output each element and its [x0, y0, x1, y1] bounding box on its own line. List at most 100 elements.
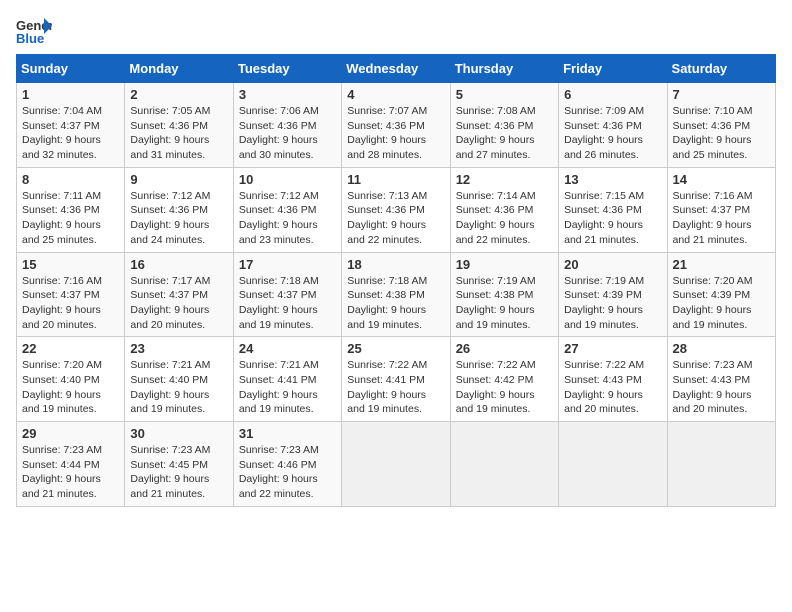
logo-icon: General Blue [16, 16, 52, 46]
day-info: Sunrise: 7:16 AM Sunset: 4:37 PM Dayligh… [673, 189, 770, 248]
calendar-cell-28: 28 Sunrise: 7:23 AM Sunset: 4:43 PM Dayl… [667, 337, 775, 422]
calendar-cell-7: 7 Sunrise: 7:10 AM Sunset: 4:36 PM Dayli… [667, 83, 775, 168]
day-number: 6 [564, 87, 661, 102]
day-info: Sunrise: 7:04 AM Sunset: 4:37 PM Dayligh… [22, 104, 119, 163]
day-info: Sunrise: 7:21 AM Sunset: 4:41 PM Dayligh… [239, 358, 336, 417]
day-number: 29 [22, 426, 119, 441]
calendar-cell-empty [667, 422, 775, 507]
calendar-cell-5: 5 Sunrise: 7:08 AM Sunset: 4:36 PM Dayli… [450, 83, 558, 168]
day-number: 9 [130, 172, 227, 187]
day-info: Sunrise: 7:12 AM Sunset: 4:36 PM Dayligh… [130, 189, 227, 248]
day-number: 15 [22, 257, 119, 272]
day-number: 8 [22, 172, 119, 187]
weekday-header-tuesday: Tuesday [233, 55, 341, 83]
day-number: 17 [239, 257, 336, 272]
day-number: 22 [22, 341, 119, 356]
day-number: 10 [239, 172, 336, 187]
calendar-cell-26: 26 Sunrise: 7:22 AM Sunset: 4:42 PM Dayl… [450, 337, 558, 422]
day-info: Sunrise: 7:22 AM Sunset: 4:43 PM Dayligh… [564, 358, 661, 417]
day-info: Sunrise: 7:22 AM Sunset: 4:42 PM Dayligh… [456, 358, 553, 417]
day-info: Sunrise: 7:15 AM Sunset: 4:36 PM Dayligh… [564, 189, 661, 248]
calendar-cell-31: 31 Sunrise: 7:23 AM Sunset: 4:46 PM Dayl… [233, 422, 341, 507]
calendar-cell-empty [342, 422, 450, 507]
day-info: Sunrise: 7:19 AM Sunset: 4:38 PM Dayligh… [456, 274, 553, 333]
day-info: Sunrise: 7:18 AM Sunset: 4:37 PM Dayligh… [239, 274, 336, 333]
day-info: Sunrise: 7:23 AM Sunset: 4:45 PM Dayligh… [130, 443, 227, 502]
calendar-cell-empty [559, 422, 667, 507]
day-number: 20 [564, 257, 661, 272]
calendar-cell-17: 17 Sunrise: 7:18 AM Sunset: 4:37 PM Dayl… [233, 252, 341, 337]
day-number: 12 [456, 172, 553, 187]
day-number: 4 [347, 87, 444, 102]
calendar-cell-6: 6 Sunrise: 7:09 AM Sunset: 4:36 PM Dayli… [559, 83, 667, 168]
calendar-table: SundayMondayTuesdayWednesdayThursdayFrid… [16, 54, 776, 507]
day-info: Sunrise: 7:22 AM Sunset: 4:41 PM Dayligh… [347, 358, 444, 417]
calendar-cell-9: 9 Sunrise: 7:12 AM Sunset: 4:36 PM Dayli… [125, 167, 233, 252]
day-number: 28 [673, 341, 770, 356]
day-number: 19 [456, 257, 553, 272]
page-header: General Blue [16, 16, 776, 46]
day-number: 5 [456, 87, 553, 102]
calendar-cell-30: 30 Sunrise: 7:23 AM Sunset: 4:45 PM Dayl… [125, 422, 233, 507]
day-info: Sunrise: 7:08 AM Sunset: 4:36 PM Dayligh… [456, 104, 553, 163]
calendar-cell-23: 23 Sunrise: 7:21 AM Sunset: 4:40 PM Dayl… [125, 337, 233, 422]
day-number: 2 [130, 87, 227, 102]
svg-text:Blue: Blue [16, 31, 44, 46]
day-info: Sunrise: 7:23 AM Sunset: 4:46 PM Dayligh… [239, 443, 336, 502]
day-number: 21 [673, 257, 770, 272]
weekday-header-monday: Monday [125, 55, 233, 83]
day-info: Sunrise: 7:23 AM Sunset: 4:44 PM Dayligh… [22, 443, 119, 502]
calendar-cell-22: 22 Sunrise: 7:20 AM Sunset: 4:40 PM Dayl… [17, 337, 125, 422]
day-number: 26 [456, 341, 553, 356]
day-number: 25 [347, 341, 444, 356]
day-number: 13 [564, 172, 661, 187]
calendar-cell-16: 16 Sunrise: 7:17 AM Sunset: 4:37 PM Dayl… [125, 252, 233, 337]
weekday-header-thursday: Thursday [450, 55, 558, 83]
calendar-cell-12: 12 Sunrise: 7:14 AM Sunset: 4:36 PM Dayl… [450, 167, 558, 252]
calendar-cell-10: 10 Sunrise: 7:12 AM Sunset: 4:36 PM Dayl… [233, 167, 341, 252]
day-info: Sunrise: 7:20 AM Sunset: 4:40 PM Dayligh… [22, 358, 119, 417]
day-info: Sunrise: 7:18 AM Sunset: 4:38 PM Dayligh… [347, 274, 444, 333]
day-number: 7 [673, 87, 770, 102]
day-number: 18 [347, 257, 444, 272]
calendar-cell-4: 4 Sunrise: 7:07 AM Sunset: 4:36 PM Dayli… [342, 83, 450, 168]
day-info: Sunrise: 7:06 AM Sunset: 4:36 PM Dayligh… [239, 104, 336, 163]
calendar-cell-1: 1 Sunrise: 7:04 AM Sunset: 4:37 PM Dayli… [17, 83, 125, 168]
day-number: 23 [130, 341, 227, 356]
calendar-cell-14: 14 Sunrise: 7:16 AM Sunset: 4:37 PM Dayl… [667, 167, 775, 252]
day-info: Sunrise: 7:19 AM Sunset: 4:39 PM Dayligh… [564, 274, 661, 333]
day-info: Sunrise: 7:14 AM Sunset: 4:36 PM Dayligh… [456, 189, 553, 248]
day-info: Sunrise: 7:13 AM Sunset: 4:36 PM Dayligh… [347, 189, 444, 248]
day-info: Sunrise: 7:05 AM Sunset: 4:36 PM Dayligh… [130, 104, 227, 163]
calendar-cell-8: 8 Sunrise: 7:11 AM Sunset: 4:36 PM Dayli… [17, 167, 125, 252]
day-info: Sunrise: 7:12 AM Sunset: 4:36 PM Dayligh… [239, 189, 336, 248]
calendar-cell-11: 11 Sunrise: 7:13 AM Sunset: 4:36 PM Dayl… [342, 167, 450, 252]
calendar-cell-24: 24 Sunrise: 7:21 AM Sunset: 4:41 PM Dayl… [233, 337, 341, 422]
day-info: Sunrise: 7:09 AM Sunset: 4:36 PM Dayligh… [564, 104, 661, 163]
day-number: 11 [347, 172, 444, 187]
calendar-cell-15: 15 Sunrise: 7:16 AM Sunset: 4:37 PM Dayl… [17, 252, 125, 337]
weekday-header-friday: Friday [559, 55, 667, 83]
day-info: Sunrise: 7:17 AM Sunset: 4:37 PM Dayligh… [130, 274, 227, 333]
day-info: Sunrise: 7:10 AM Sunset: 4:36 PM Dayligh… [673, 104, 770, 163]
weekday-header-sunday: Sunday [17, 55, 125, 83]
day-info: Sunrise: 7:11 AM Sunset: 4:36 PM Dayligh… [22, 189, 119, 248]
day-number: 3 [239, 87, 336, 102]
calendar-cell-21: 21 Sunrise: 7:20 AM Sunset: 4:39 PM Dayl… [667, 252, 775, 337]
calendar-cell-25: 25 Sunrise: 7:22 AM Sunset: 4:41 PM Dayl… [342, 337, 450, 422]
day-info: Sunrise: 7:16 AM Sunset: 4:37 PM Dayligh… [22, 274, 119, 333]
calendar-cell-19: 19 Sunrise: 7:19 AM Sunset: 4:38 PM Dayl… [450, 252, 558, 337]
day-info: Sunrise: 7:23 AM Sunset: 4:43 PM Dayligh… [673, 358, 770, 417]
day-number: 31 [239, 426, 336, 441]
day-info: Sunrise: 7:07 AM Sunset: 4:36 PM Dayligh… [347, 104, 444, 163]
day-number: 14 [673, 172, 770, 187]
calendar-cell-20: 20 Sunrise: 7:19 AM Sunset: 4:39 PM Dayl… [559, 252, 667, 337]
weekday-header-wednesday: Wednesday [342, 55, 450, 83]
weekday-header-saturday: Saturday [667, 55, 775, 83]
calendar-cell-2: 2 Sunrise: 7:05 AM Sunset: 4:36 PM Dayli… [125, 83, 233, 168]
day-number: 24 [239, 341, 336, 356]
calendar-cell-29: 29 Sunrise: 7:23 AM Sunset: 4:44 PM Dayl… [17, 422, 125, 507]
calendar-cell-18: 18 Sunrise: 7:18 AM Sunset: 4:38 PM Dayl… [342, 252, 450, 337]
day-number: 16 [130, 257, 227, 272]
day-info: Sunrise: 7:21 AM Sunset: 4:40 PM Dayligh… [130, 358, 227, 417]
